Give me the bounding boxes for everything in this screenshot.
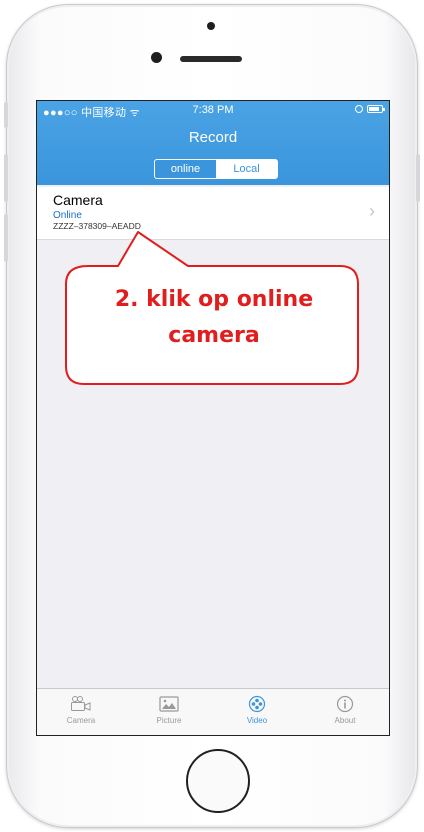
home-button[interactable] <box>186 749 250 813</box>
front-camera-icon <box>151 52 162 63</box>
power-button <box>416 154 420 202</box>
status-right-icons <box>355 105 385 113</box>
video-reel-icon <box>248 695 266 713</box>
annotation-text: 2. klik op online camera <box>68 282 360 354</box>
tab-video[interactable]: Video <box>213 689 301 735</box>
camera-icon <box>71 696 91 711</box>
segment-online[interactable]: online <box>155 160 216 178</box>
camera-device-id: ZZZZ–378309–AEADD <box>53 221 141 231</box>
earpiece-speaker <box>180 56 242 62</box>
volume-up-button <box>4 154 8 202</box>
camera-list-item[interactable]: Camera Online ZZZZ–378309–AEADD › <box>37 187 389 240</box>
record-source-segmented-control: online Local <box>154 159 278 179</box>
battery-icon <box>367 105 385 113</box>
navigation-bar: ●●●○○ 中国移动 ᯤ 7:38 PM Record online Local <box>37 101 389 185</box>
annotation-line-1: 2. klik op online <box>114 287 314 312</box>
annotation-line-2: camera <box>168 323 260 348</box>
page-title: Record <box>188 129 238 146</box>
tab-picture[interactable]: Picture <box>125 689 213 735</box>
app-screen: ●●●○○ 中国移动 ᯤ 7:38 PM Record online Local… <box>36 100 390 736</box>
tab-about[interactable]: About <box>301 689 389 735</box>
proximity-sensor-icon <box>207 22 215 30</box>
chevron-right-icon: › <box>369 201 375 221</box>
tab-video-label: Video <box>246 716 268 725</box>
tab-camera-label: Camera <box>66 716 96 725</box>
tab-camera[interactable]: Camera <box>37 689 125 735</box>
camera-name: Camera <box>53 192 103 208</box>
tab-picture-label: Picture <box>156 716 182 725</box>
tab-bar: Camera Picture Video About <box>37 688 389 735</box>
segment-local[interactable]: Local <box>216 160 277 178</box>
alarm-icon <box>355 105 363 113</box>
status-time: 7:38 PM <box>192 104 234 116</box>
mute-switch <box>4 102 8 128</box>
picture-icon <box>159 696 179 712</box>
tab-about-label: About <box>334 716 356 725</box>
status-bar: ●●●○○ 中国移动 ᯤ 7:38 PM <box>37 101 389 119</box>
volume-down-button <box>4 214 8 262</box>
camera-status: Online <box>53 210 82 221</box>
info-icon <box>336 695 354 713</box>
